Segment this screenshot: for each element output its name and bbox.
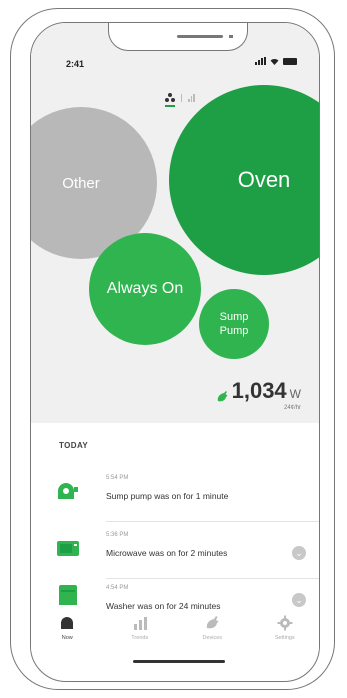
gear-icon <box>277 615 293 631</box>
bubble-sump-pump[interactable]: Sump Pump <box>199 289 269 359</box>
divider <box>106 521 319 522</box>
bubble-other-label: Other <box>62 174 100 192</box>
status-icons <box>255 57 297 65</box>
divider <box>106 578 319 579</box>
speaker-icon <box>177 35 223 38</box>
power-value: 1,034 <box>231 378 287 403</box>
event-row[interactable]: 5:54 PM Sump pump was on for 1 minute <box>51 471 311 523</box>
power-bubbles-panel: 2:41 Other Oven Always On Sump Pump 1,03… <box>31 23 319 423</box>
event-row[interactable]: 5:36 PM Microwave was on for 2 minutes ⌄ <box>51 528 311 580</box>
event-time: 5:36 PM <box>106 532 129 538</box>
tab-settings-label: Settings <box>274 635 295 641</box>
bubble-sump-pump-label: Sump Pump <box>219 311 249 337</box>
microwave-icon <box>57 541 79 556</box>
bubbles-view-icon[interactable] <box>165 93 175 107</box>
phone-notch <box>108 23 248 51</box>
bubble-always-on-label: Always On <box>106 280 184 297</box>
graph-view-icon[interactable] <box>188 93 195 102</box>
bar-chart-icon <box>133 617 147 630</box>
today-heading: TODAY <box>59 441 89 450</box>
bubble-oven[interactable]: Oven <box>169 85 319 275</box>
event-time: 5:54 PM <box>106 475 129 481</box>
washer-icon <box>59 585 77 605</box>
event-text: Washer was on for 24 minutes <box>106 601 221 611</box>
signal-icon <box>255 57 266 65</box>
tab-devices[interactable]: Devices <box>176 611 249 651</box>
event-time: 4:54 PM <box>106 585 129 591</box>
toggle-divider <box>181 93 182 102</box>
tab-now[interactable]: Now <box>31 611 104 651</box>
bubble-oven-label: Oven <box>237 167 291 192</box>
power-cost: 24¢/hr <box>283 405 301 411</box>
event-text: Microwave was on for 2 minutes <box>106 548 228 558</box>
status-time: 2:41 <box>66 59 85 69</box>
tab-settings[interactable]: Settings <box>249 611 320 651</box>
home-indicator[interactable] <box>133 660 225 663</box>
view-toggle[interactable] <box>165 93 195 107</box>
chevron-down-icon[interactable]: ⌄ <box>292 593 306 607</box>
tab-now-label: Now <box>61 635 73 641</box>
total-power: 1,034 W <box>215 378 301 404</box>
plug-icon <box>207 616 219 629</box>
sump-pump-icon <box>58 483 78 499</box>
wifi-icon <box>270 58 279 65</box>
camera-icon <box>229 35 233 38</box>
app-screen: 2:41 Other Oven Always On Sump Pump 1,03… <box>31 23 320 681</box>
event-row[interactable]: 4:54 PM Washer was on for 24 minutes ⌄ <box>51 581 311 611</box>
tab-devices-label: Devices <box>202 635 223 641</box>
bottom-tab-bar: Now Trends Devices Settings <box>31 611 320 651</box>
bubble-always-on[interactable]: Always On <box>89 233 201 345</box>
now-bubbles-icon <box>61 617 74 629</box>
plug-icon <box>217 391 228 402</box>
chevron-down-icon[interactable]: ⌄ <box>292 546 306 560</box>
phone-screen: 2:41 Other Oven Always On Sump Pump 1,03… <box>30 22 320 682</box>
power-unit: W <box>289 387 301 401</box>
tab-trends-label: Trends <box>131 635 149 641</box>
event-text: Sump pump was on for 1 minute <box>106 491 229 501</box>
tab-trends[interactable]: Trends <box>104 611 177 651</box>
battery-icon <box>283 57 297 65</box>
